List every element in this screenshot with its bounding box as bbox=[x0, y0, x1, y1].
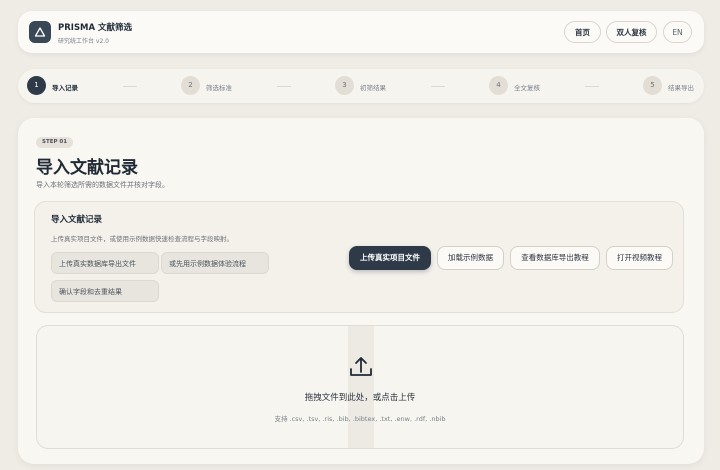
step-number: 3 bbox=[335, 76, 354, 95]
triangle-logo-icon bbox=[34, 27, 46, 37]
step-number: 4 bbox=[489, 76, 508, 95]
supported-formats-text: 支持 .csv, .tsv, .ris, .bib, .bibtex, .txt… bbox=[274, 415, 446, 423]
step-connector bbox=[431, 86, 445, 87]
step-label: 初筛结果 bbox=[360, 84, 386, 92]
step-label: 结果导出 bbox=[668, 84, 694, 92]
home-button[interactable]: 首页 bbox=[564, 21, 601, 43]
import-card: 导入文献记录 上传真实项目文件，或使用示例数据快速检查流程与字段映射。 上传真实… bbox=[34, 201, 684, 313]
step-label: 筛选标准 bbox=[206, 84, 232, 92]
hint-chip-upload: 上传真实数据库导出文件 bbox=[51, 252, 159, 274]
file-dropzone[interactable]: 拖拽文件到此处，或点击上传 支持 .csv, .tsv, .ris, .bib,… bbox=[36, 325, 684, 449]
main-panel: STEP 01 导入文献记录 导入本轮筛选所需的数据文件并核对字段。 导入文献记… bbox=[18, 118, 704, 464]
language-toggle-button[interactable]: EN bbox=[663, 21, 692, 43]
page-description: 导入本轮筛选所需的数据文件并核对字段。 bbox=[36, 181, 169, 189]
step-label: 全文复核 bbox=[514, 84, 540, 92]
app-header: PRISMA 文献筛选 研究统工作台 v2.0 首页 双人复核 EN bbox=[18, 11, 704, 53]
video-tutorial-button[interactable]: 打开视频教程 bbox=[606, 246, 673, 270]
card-title: 导入文献记录 bbox=[51, 215, 103, 225]
dropzone-highlight bbox=[348, 326, 374, 448]
step-connector bbox=[123, 86, 137, 87]
database-export-tutorial-button[interactable]: 查看数据库导出教程 bbox=[510, 246, 600, 270]
app-subtitle: 研究统工作台 v2.0 bbox=[58, 38, 110, 45]
step-number: 5 bbox=[643, 76, 662, 95]
dual-review-button[interactable]: 双人复核 bbox=[606, 21, 657, 43]
load-sample-data-button[interactable]: 加载示例数据 bbox=[437, 246, 504, 270]
step-connector bbox=[277, 86, 291, 87]
step-badge: STEP 01 bbox=[36, 137, 74, 148]
app-logo[interactable] bbox=[29, 21, 51, 43]
hint-chip-sample: 或先用示例数据体验流程 bbox=[161, 252, 269, 274]
upload-icon bbox=[350, 357, 372, 376]
step-number: 1 bbox=[27, 76, 46, 95]
step-connector bbox=[585, 86, 599, 87]
step-number: 2 bbox=[181, 76, 200, 95]
page-title: 导入文献记录 bbox=[36, 158, 138, 178]
progress-stepper: 1 导入记录 2 筛选标准 3 初筛结果 4 全文复核 5 结果导出 bbox=[18, 69, 704, 103]
upload-real-file-button[interactable]: 上传真实项目文件 bbox=[349, 246, 431, 270]
card-description: 上传真实项目文件，或使用示例数据快速检查流程与字段映射。 bbox=[51, 235, 233, 243]
step-label: 导入记录 bbox=[52, 84, 78, 92]
dropzone-title: 拖拽文件到此处，或点击上传 bbox=[304, 393, 416, 403]
app-title: PRISMA 文献筛选 bbox=[58, 23, 133, 33]
hint-chip-confirm: 确认字段和去重结果 bbox=[51, 280, 159, 302]
